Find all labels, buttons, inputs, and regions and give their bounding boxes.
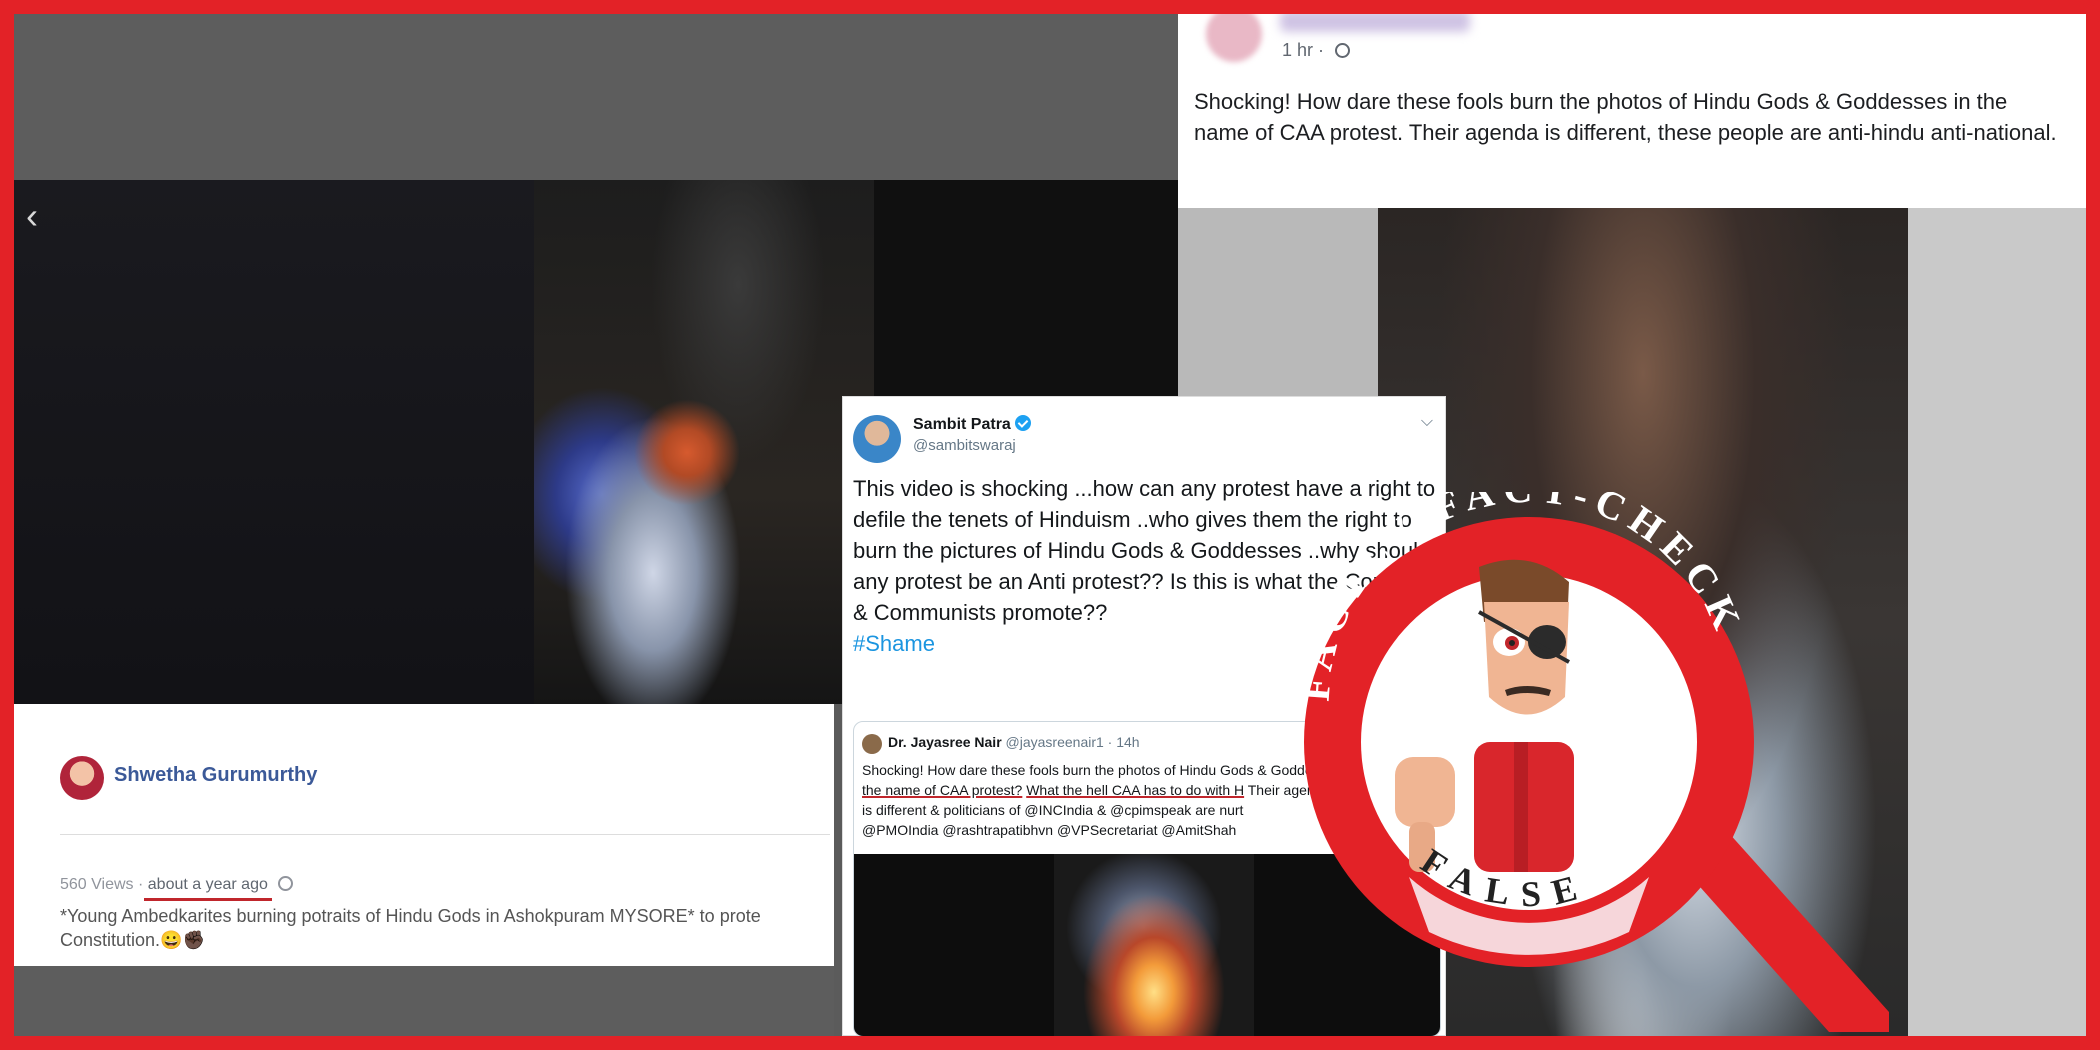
post-time-text: 1 hr · <box>1282 40 1325 60</box>
avatar[interactable] <box>853 415 901 463</box>
video-dark-area <box>14 180 534 704</box>
description-line-2: Constitution.😀✊🏿 <box>60 930 205 950</box>
left-video-top-bar <box>14 14 1178 180</box>
hashtag-link[interactable]: #Shame <box>853 631 935 656</box>
tweet-handle[interactable]: @sambitswaraj <box>913 437 1016 454</box>
description-line-1: *Young Ambedkarites burning potraits of … <box>60 906 761 926</box>
post-description: *Young Ambedkarites burning potraits of … <box>60 904 830 952</box>
blurred-author-name <box>1280 14 1470 32</box>
view-count: 560 Views <box>60 876 134 893</box>
avatar[interactable] <box>60 756 104 800</box>
blurred-avatar <box>1206 14 1262 62</box>
globe-icon <box>278 876 294 891</box>
chevron-down-icon[interactable]: ⌵ <box>1421 413 1433 431</box>
globe-icon <box>1335 43 1351 58</box>
author-name[interactable]: Shwetha Gurumurthy <box>114 764 317 787</box>
media-frame <box>1054 854 1254 1036</box>
magnifier-icon: FACTLY FACT-CHECK FALSE <box>1293 492 1889 1032</box>
left-bottom-bar <box>14 966 834 1036</box>
verified-badge-icon <box>1014 415 1031 431</box>
post-text: Shocking! How dare these fools burn the … <box>1194 89 2057 145</box>
tweet-author[interactable]: Sambit Patra <box>913 415 1031 434</box>
underlined-phrase: the name of CAA protest? <box>862 782 1023 798</box>
quoted-author: Dr. Jayasree Nair @jayasreenair1 · 14h <box>888 734 1140 750</box>
chevron-left-icon[interactable]: ‹ <box>26 198 38 234</box>
quoted-handle: @jayasreenair1 · 14h <box>1005 734 1140 750</box>
post-header: 1 hr · Shocking! How dare these fools bu… <box>1178 14 2086 208</box>
video-frame <box>534 180 874 704</box>
divider <box>60 834 830 835</box>
post-time[interactable]: 1 hr · <box>1282 40 1351 61</box>
tweet-author-name: Sambit Patra <box>913 416 1011 433</box>
left-post-info: Shwetha Gurumurthy 560 Views · about a y… <box>14 704 834 966</box>
quoted-author-name: Dr. Jayasree Nair <box>888 734 1002 750</box>
screenshot-collage: ‹ Shwetha Gurumurthy 560 Views · about a… <box>14 14 2086 1036</box>
avatar <box>862 734 882 754</box>
post-meta: 560 Views · about a year ago <box>60 876 294 894</box>
underlined-phrase: What the hell CAA has to do with H <box>1026 782 1245 798</box>
post-time[interactable]: about a year ago <box>148 876 268 893</box>
meta-separator: · <box>137 876 144 893</box>
fact-check-stamp: FACTLY FACT-CHECK FALSE <box>1269 492 1889 1036</box>
